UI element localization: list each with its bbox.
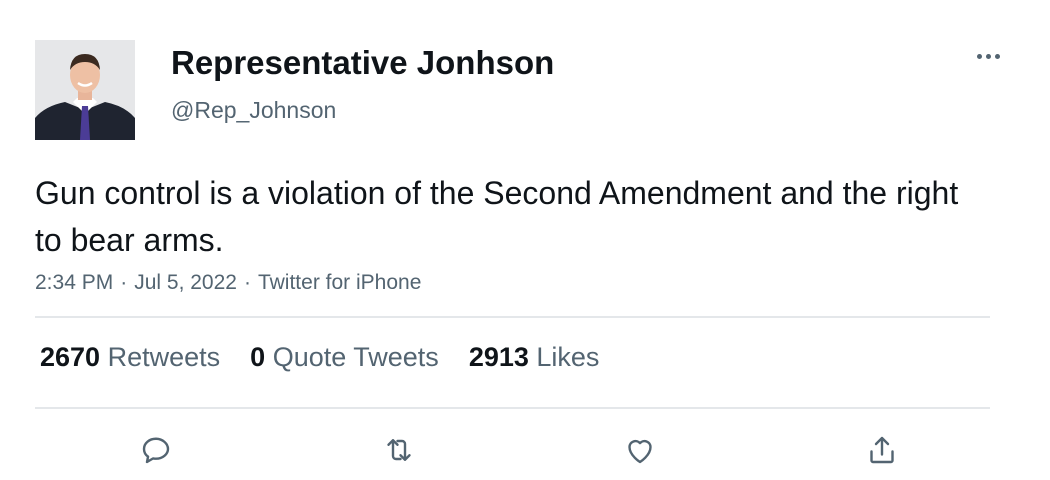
avatar[interactable] <box>35 40 135 140</box>
reply-button[interactable] <box>134 428 178 472</box>
retweets-label: Retweets <box>107 342 221 372</box>
reply-icon <box>142 437 170 464</box>
likes-stat[interactable]: 2913 Likes <box>469 342 600 373</box>
tweet-date[interactable]: Jul 5, 2022 <box>134 271 237 294</box>
tweet-text: Gun control is a violation of the Second… <box>35 175 959 258</box>
share-button[interactable] <box>860 428 904 472</box>
like-button[interactable] <box>618 428 662 472</box>
avatar-photo <box>35 40 135 140</box>
tweet-card: Representative Jonhson @Rep_Johnson Gun … <box>0 0 1050 480</box>
divider <box>35 407 990 409</box>
retweet-button[interactable] <box>377 428 421 472</box>
handle[interactable]: @Rep_Johnson <box>171 97 336 124</box>
heart-icon <box>628 439 652 464</box>
separator: · <box>243 271 251 294</box>
display-name[interactable]: Representative Jonhson <box>171 44 554 82</box>
retweets-stat[interactable]: 2670 Retweets <box>40 342 220 373</box>
more-options-button[interactable] <box>968 42 1008 70</box>
divider <box>35 316 990 318</box>
quote-tweets-label: Quote Tweets <box>272 342 439 372</box>
tweet-source[interactable]: Twitter for iPhone <box>258 271 421 294</box>
retweets-count: 2670 <box>40 342 101 372</box>
quote-tweets-count: 0 <box>250 342 266 372</box>
likes-label: Likes <box>536 342 600 372</box>
separator: · <box>120 271 128 294</box>
tweet-meta: 2:34 PM · Jul 5, 2022 · Twitter for iPhone <box>35 271 421 295</box>
more-horizontal-icon <box>975 53 1002 59</box>
tweet-time[interactable]: 2:34 PM <box>35 271 113 294</box>
retweet-icon <box>387 439 411 461</box>
quote-tweets-stat[interactable]: 0 Quote Tweets <box>250 342 439 373</box>
engagement-stats: 2670 Retweets 0 Quote Tweets 2913 Likes <box>40 342 629 373</box>
share-icon <box>870 436 894 464</box>
likes-count: 2913 <box>468 342 529 372</box>
